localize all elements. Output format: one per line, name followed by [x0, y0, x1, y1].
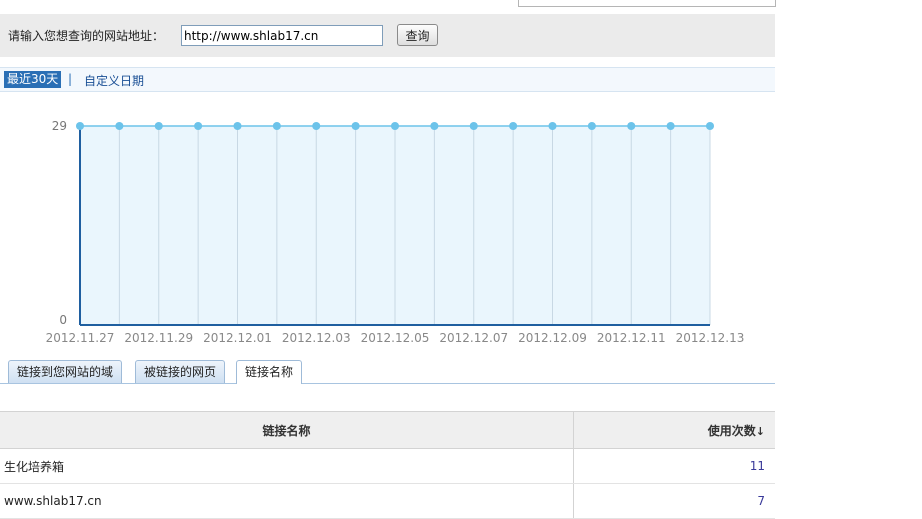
trend-chart: 29 0 2012.11.27 2012.11.29 2012.12.01 2012.12… [46, 119, 745, 345]
data-point [154, 122, 163, 130]
query-button[interactable]: 查询 [397, 24, 438, 46]
y-tick-label: 0 [59, 313, 67, 327]
x-tick-label: 2012.12.01 [203, 331, 272, 345]
row-name: www.shlab17.cn [0, 483, 574, 519]
tab-anchor-text[interactable]: 链接名称 [236, 360, 303, 384]
url-input[interactable] [181, 25, 383, 46]
range-custom-date[interactable]: 自定义日期 [84, 72, 144, 89]
range-last-30-days[interactable]: 最近30天 [4, 71, 62, 88]
data-point [351, 122, 360, 130]
x-tick-label: 2012.12.03 [282, 331, 351, 345]
anchor-text-table: 链接名称 使用次数↓ 生化培养箱 11 www.shlab17.cn 7 [0, 411, 775, 519]
x-tick-label: 2012.11.29 [124, 331, 193, 345]
date-range-bar: 最近30天 | 自定义日期 [0, 67, 775, 92]
y-tick-label: 29 [52, 119, 67, 133]
data-point [76, 122, 84, 130]
top-search-box[interactable] [518, 0, 776, 7]
row-name: 生化培养箱 [0, 448, 574, 484]
x-tick-label: 2012.12.05 [361, 331, 430, 345]
tab-linked-pages[interactable]: 被链接的网页 [135, 360, 226, 383]
row-count: 11 [573, 448, 775, 484]
data-point [272, 122, 281, 130]
data-point [469, 122, 478, 130]
data-point [391, 122, 399, 130]
data-point [430, 122, 439, 130]
row-count: 7 [573, 483, 775, 519]
data-point [587, 122, 596, 130]
query-bar: 请输入您想查询的网站地址： 查询 [0, 14, 775, 57]
column-header-name: 链接名称 [0, 411, 574, 449]
x-tick-label: 2012.12.07 [439, 331, 508, 345]
tab-linking-domains[interactable]: 链接到您网站的域 [8, 360, 123, 383]
data-point [115, 122, 124, 130]
data-point [548, 122, 557, 130]
x-tick-label: 2012.12.11 [597, 331, 666, 345]
x-tick-label: 2012.12.13 [676, 331, 745, 345]
data-point [627, 122, 636, 130]
data-point [233, 122, 242, 130]
table-row: www.shlab17.cn 7 [0, 483, 775, 519]
table-row: 生化培养箱 11 [0, 448, 775, 484]
data-point [312, 122, 321, 130]
sort-down-icon[interactable]: ↓ [756, 425, 765, 438]
data-point [194, 122, 203, 130]
query-label: 请输入您想查询的网站地址： [8, 29, 165, 43]
column-header-count[interactable]: 使用次数↓ [573, 411, 775, 449]
data-point [706, 122, 714, 130]
data-point [509, 122, 518, 130]
data-point [666, 122, 675, 130]
range-separator: | [68, 72, 73, 86]
x-tick-label: 2012.11.27 [46, 331, 115, 345]
tab-bar: 链接到您网站的域 被链接的网页 链接名称 [0, 358, 775, 384]
x-tick-label: 2012.12.09 [518, 331, 587, 345]
